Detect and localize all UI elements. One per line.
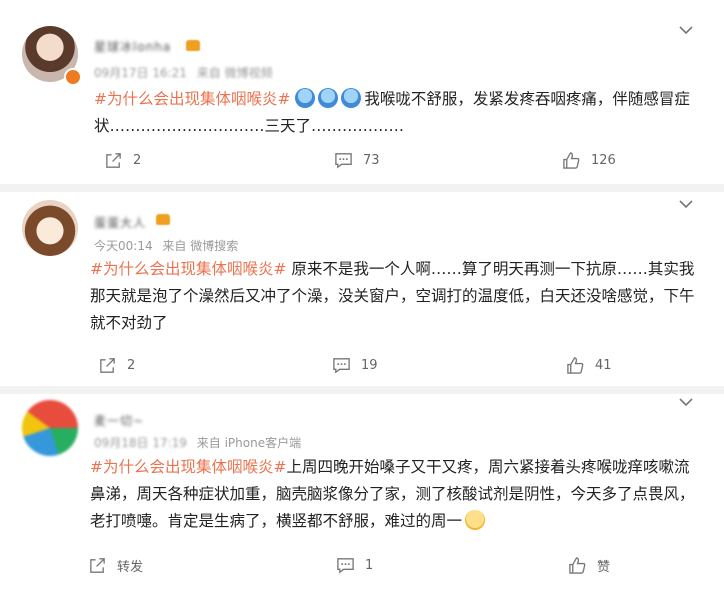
comment-button[interactable]: 19 xyxy=(332,356,378,375)
chevron-down-icon[interactable] xyxy=(678,196,694,212)
username[interactable]: 星球冰lonha xyxy=(94,38,171,55)
username[interactable]: 麦一切~ xyxy=(94,412,144,429)
share-button[interactable]: 2 xyxy=(98,356,135,375)
post-source: 来自 iPhone客户端 xyxy=(196,436,302,450)
avatar[interactable] xyxy=(22,200,78,256)
share-icon xyxy=(90,558,105,573)
sad-face-icon xyxy=(465,510,486,530)
share-count: 2 xyxy=(133,153,142,168)
thumbs-up-icon xyxy=(567,357,584,374)
post-body: #为什么会出现集体咽喉炎# 原来不是我一个人啊……算了明天再测一下抗原……其实我… xyxy=(90,256,702,337)
comment-button[interactable]: 73 xyxy=(334,151,380,170)
post-body: #为什么会出现集体咽喉炎#上周四晚开始嗓子又干又疼，周六紧接着头疼喉咙痒咳嗽流鼻… xyxy=(90,454,702,535)
avatar[interactable] xyxy=(22,400,78,456)
comment-button[interactable]: 1 xyxy=(336,556,373,575)
comment-card: 星球冰lonha 09月17日 16:21 来自 微博视频 #为什么会出现集体咽… xyxy=(0,0,724,190)
comment-count: 73 xyxy=(363,153,380,168)
share-count: 2 xyxy=(127,358,136,373)
like-button[interactable]: 41 xyxy=(566,356,612,375)
share-button[interactable]: 2 xyxy=(104,151,141,170)
comment-count: 19 xyxy=(361,358,378,373)
post-meta: 09月18日 17:19 来自 iPhone客户端 xyxy=(94,434,301,451)
post-time: 09月18日 17:19 xyxy=(94,436,187,450)
topic-tag[interactable]: #为什么会出现集体咽喉炎# xyxy=(90,260,286,278)
like-label: 赞 xyxy=(597,560,611,575)
username[interactable]: 蛋蛋大人 xyxy=(94,214,146,231)
share-button[interactable]: 转发 xyxy=(88,556,143,575)
share-label: 转发 xyxy=(117,560,144,575)
like-count: 41 xyxy=(595,358,612,373)
comment-icon xyxy=(337,558,354,574)
topic-tag[interactable]: #为什么会出现集体咽喉炎# xyxy=(94,90,290,108)
post-source: 来自 微博视频 xyxy=(196,66,273,80)
like-button[interactable]: 赞 xyxy=(568,556,610,575)
crying-face-icon xyxy=(318,88,339,108)
post-meta: 09月17日 16:21 来自 微博视频 xyxy=(94,64,273,81)
like-button[interactable]: 126 xyxy=(562,151,616,170)
like-count: 126 xyxy=(591,153,616,168)
chevron-down-icon[interactable] xyxy=(678,394,694,410)
post-time: 今天00:14 xyxy=(94,239,153,253)
crown-icon xyxy=(156,214,170,225)
crying-face-icon xyxy=(295,88,316,108)
crown-icon xyxy=(186,40,200,51)
comment-count: 1 xyxy=(365,558,374,573)
comment-icon xyxy=(333,358,350,374)
topic-tag[interactable]: #为什么会出现集体咽喉炎# xyxy=(90,458,286,476)
verified-badge xyxy=(64,68,82,86)
share-icon xyxy=(100,358,115,373)
post-source: 来自 微博搜索 xyxy=(162,239,239,253)
share-icon xyxy=(106,153,121,168)
thumbs-up-icon xyxy=(569,557,586,574)
post-time: 09月17日 16:21 xyxy=(94,66,187,80)
chevron-down-icon[interactable] xyxy=(678,22,694,38)
comment-card: 麦一切~ 09月18日 17:19 来自 iPhone客户端 #为什么会出现集体… xyxy=(0,386,724,596)
thumbs-up-icon xyxy=(563,152,580,169)
crying-face-icon xyxy=(341,88,362,108)
comment-icon xyxy=(335,153,352,169)
comment-card: 蛋蛋大人 今天00:14 来自 微博搜索 #为什么会出现集体咽喉炎# 原来不是我… xyxy=(0,190,724,386)
post-meta: 今天00:14 来自 微博搜索 xyxy=(94,237,238,254)
post-body: #为什么会出现集体咽喉炎# 我喉咙不舒服，发紧发疼吞咽疼痛，伴随感冒症状…………… xyxy=(94,86,706,140)
